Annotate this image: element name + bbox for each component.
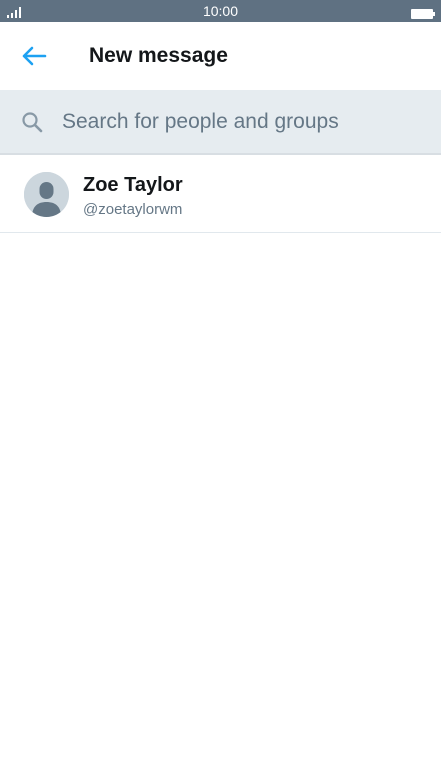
contact-name: Zoe Taylor [83, 174, 183, 196]
search-input[interactable] [62, 104, 422, 140]
search-icon [21, 111, 43, 133]
avatar [24, 172, 69, 217]
search-bar[interactable] [0, 90, 441, 155]
status-time: 10:00 [202, 3, 239, 19]
back-button[interactable] [18, 42, 52, 70]
header: New message [0, 22, 441, 90]
default-avatar-icon [24, 172, 69, 217]
list-item[interactable]: Zoe Taylor @zoetaylorwm [0, 157, 441, 233]
contact-handle: @zoetaylorwm [83, 201, 183, 218]
page-title: New message [89, 44, 228, 67]
battery-icon [411, 6, 435, 19]
arrow-left-icon [18, 42, 52, 70]
status-bar: 10:00 [0, 0, 441, 22]
